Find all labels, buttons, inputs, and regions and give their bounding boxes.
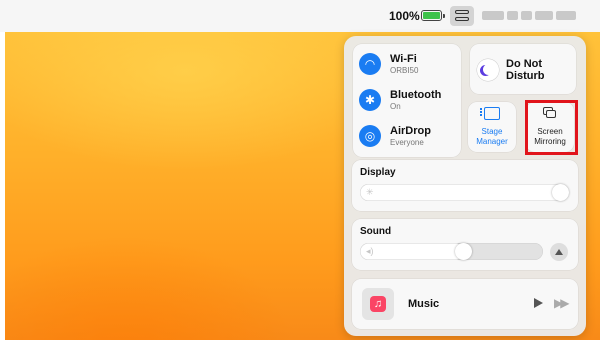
airdrop-status: Everyone: [390, 138, 424, 147]
volume-slider-fill: [360, 243, 465, 260]
wifi-icon: ◠: [359, 53, 381, 75]
display-tile: Display ✳: [352, 160, 578, 211]
blurred-clock-segment: [482, 11, 504, 20]
blurred-clock-segment: [507, 11, 518, 20]
control-center-panel: ◠ Wi-Fi ORBI50 ✱ Bluetooth On ◎ AirDrop …: [344, 36, 586, 336]
play-icon[interactable]: [534, 298, 543, 308]
volume-slider-knob[interactable]: [455, 243, 472, 260]
sound-label: Sound: [360, 226, 392, 237]
battery-tip: [443, 14, 445, 18]
battery-percent: 100%: [389, 9, 420, 23]
airdrop-label: AirDrop: [390, 125, 431, 137]
brightness-slider-knob[interactable]: [552, 184, 569, 201]
speaker-icon: ◂): [366, 246, 374, 256]
bluetooth-status: On: [390, 102, 401, 111]
volume-slider[interactable]: ◂): [360, 243, 543, 260]
display-label: Display: [360, 167, 396, 178]
wifi-label: Wi-Fi: [390, 53, 417, 65]
sound-tile: Sound ◂): [352, 219, 578, 270]
connectivity-tile: ◠ Wi-Fi ORBI50 ✱ Bluetooth On ◎ AirDrop …: [353, 44, 461, 157]
wifi-toggle[interactable]: ◠ Wi-Fi ORBI50: [359, 49, 459, 79]
battery-icon[interactable]: [421, 10, 445, 21]
bluetooth-icon: ✱: [359, 89, 381, 111]
do-not-disturb-label: Do Not Disturb: [506, 58, 545, 82]
do-not-disturb-tile[interactable]: Do Not Disturb: [470, 44, 576, 94]
stage-manager-label: Stage Manager: [476, 127, 508, 146]
now-playing-tile[interactable]: ♫ Music ▶▶: [352, 279, 578, 329]
bluetooth-toggle[interactable]: ✱ Bluetooth On: [359, 85, 459, 115]
control-center-icon[interactable]: [450, 6, 474, 26]
airplay-icon: [555, 249, 563, 255]
stage-manager-button[interactable]: Stage Manager: [468, 102, 516, 152]
control-center-toggle-top: [455, 10, 469, 14]
menu-bar: 100%: [0, 0, 600, 32]
music-label: Music: [408, 298, 440, 310]
highlight-box: [525, 100, 578, 155]
stage-manager-icon: [480, 107, 500, 120]
album-art: ♫: [362, 288, 394, 320]
brightness-slider[interactable]: ✳: [360, 184, 569, 201]
control-center-toggle-bottom: [455, 17, 469, 21]
blurred-clock-segment: [535, 11, 553, 20]
brightness-slider-fill: [360, 184, 569, 201]
bluetooth-label: Bluetooth: [390, 89, 442, 101]
brightness-icon: ✳: [366, 187, 374, 197]
do-not-disturb-button[interactable]: [477, 59, 499, 81]
moon-icon: [483, 64, 494, 75]
airplay-audio-button[interactable]: [550, 243, 568, 261]
fast-forward-icon[interactable]: ▶▶: [554, 295, 570, 311]
wifi-network-name: ORBI50: [390, 66, 419, 75]
blurred-clock-segment: [521, 11, 532, 20]
airdrop-icon: ◎: [359, 125, 381, 147]
airdrop-toggle[interactable]: ◎ AirDrop Everyone: [359, 121, 459, 151]
music-app-icon: ♫: [370, 296, 386, 312]
blurred-clock-segment: [556, 11, 576, 20]
battery-fill: [423, 12, 440, 19]
